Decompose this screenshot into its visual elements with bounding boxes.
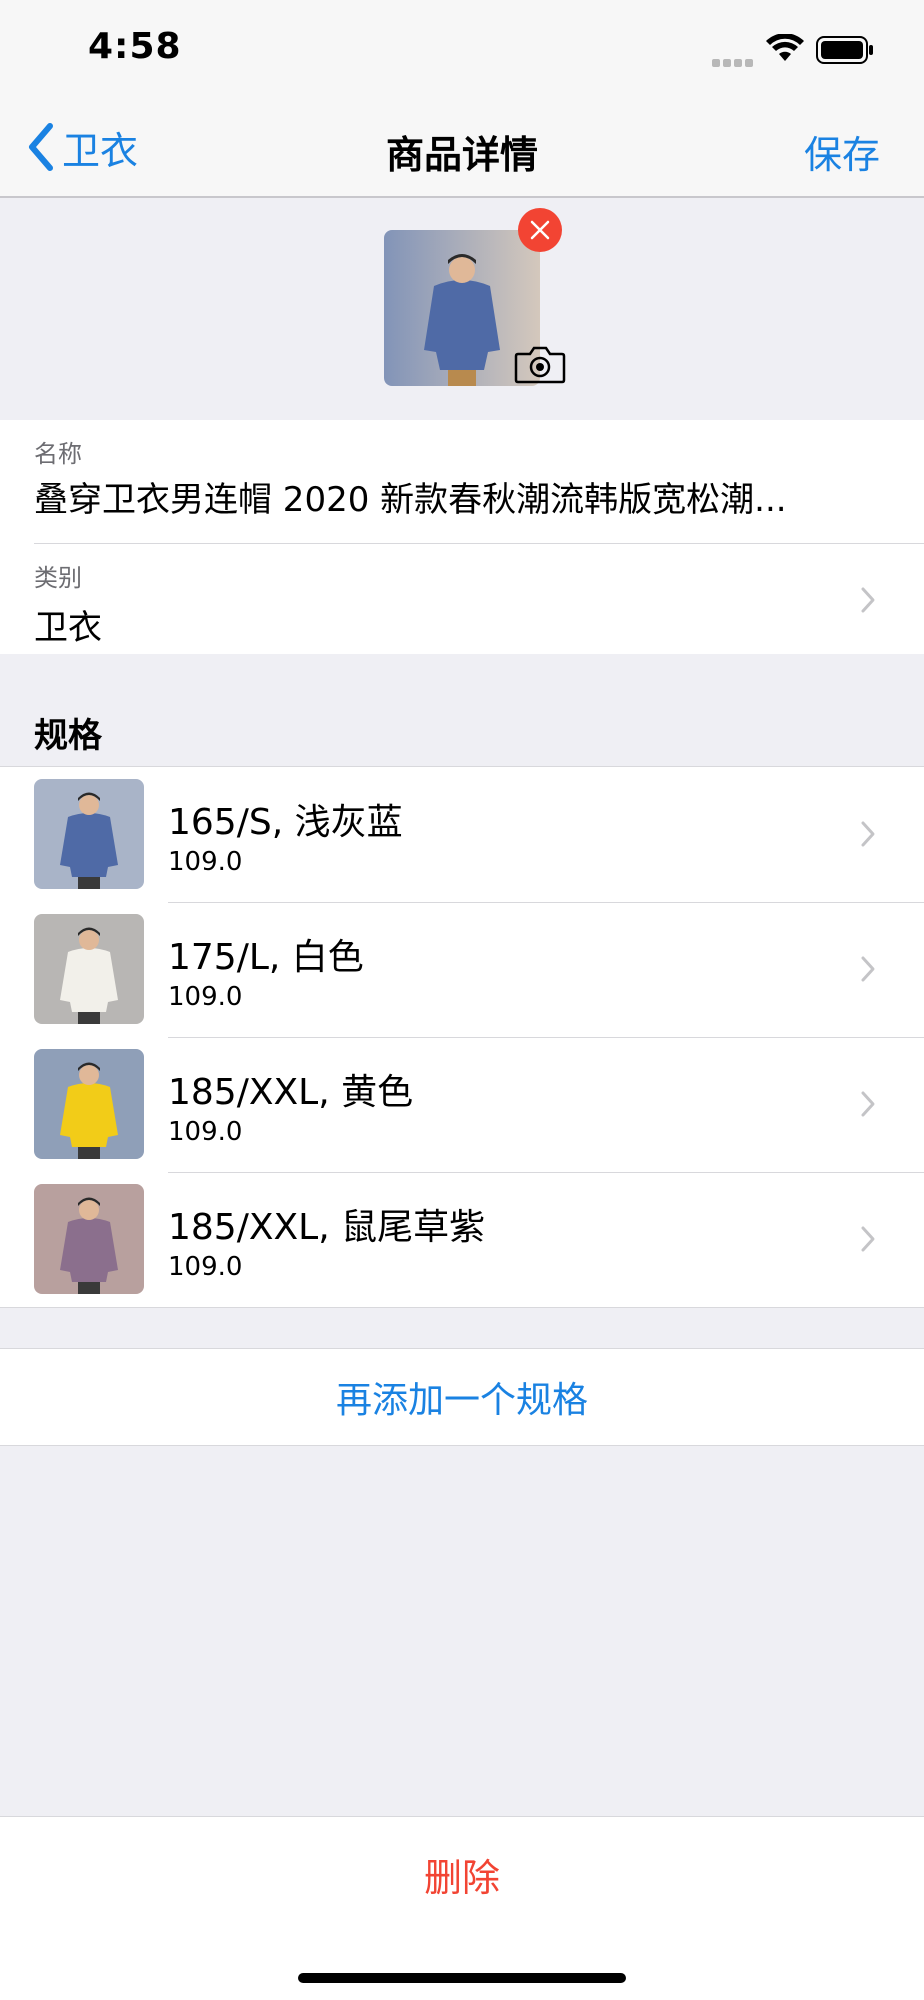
chevron-right-icon — [861, 956, 875, 982]
status-time: 4:58 — [88, 26, 182, 67]
spec-title: 185/XXL, 黄色 — [168, 1072, 414, 1113]
spec-row[interactable]: 185/XXL, 黄色 109.0 — [0, 1037, 924, 1172]
battery-icon — [816, 36, 873, 64]
spec-image — [34, 779, 144, 889]
spec-row[interactable]: 175/L, 白色 109.0 — [0, 902, 924, 1037]
home-indicator — [298, 1973, 626, 1983]
spec-title: 185/XXL, 鼠尾草紫 — [168, 1207, 486, 1248]
close-circle-icon[interactable] — [518, 208, 562, 252]
spec-image — [34, 914, 144, 1024]
spec-section-header: 规格 — [34, 716, 102, 756]
spec-row[interactable]: 185/XXL, 鼠尾草紫 109.0 — [0, 1172, 924, 1307]
page-title: 商品详情 — [385, 133, 538, 177]
spec-price: 109.0 — [168, 1117, 243, 1147]
chevron-right-icon — [861, 587, 875, 613]
spec-list: 165/S, 浅灰蓝 109.0 175/L, 白色 109.0 185/XXL, 黄色… — [0, 766, 924, 1308]
chevron-right-icon — [861, 821, 875, 847]
category-label: 类别 — [34, 564, 82, 592]
category-cell[interactable]: 类别 卫衣 — [0, 544, 924, 654]
save-button[interactable]: 保存 — [804, 124, 880, 179]
add-spec-button[interactable]: 再添加一个规格 — [0, 1348, 924, 1446]
name-value[interactable]: 叠穿卫衣男连帽 2020 新款春秋潮流韩版宽松潮... — [34, 472, 874, 521]
name-cell[interactable]: 名称 叠穿卫衣男连帽 2020 新款春秋潮流韩版宽松潮... — [34, 420, 924, 544]
camera-icon[interactable] — [514, 344, 566, 384]
status-bar: 4:58 — [0, 0, 924, 96]
signal-icon — [712, 52, 756, 67]
form-section: 名称 叠穿卫衣男连帽 2020 新款春秋潮流韩版宽松潮... 类别 卫衣 — [0, 420, 924, 654]
delete-area: 删除 — [0, 1816, 924, 2000]
image-header — [0, 198, 924, 420]
spec-price: 109.0 — [168, 1252, 243, 1282]
chevron-right-icon — [861, 1226, 875, 1252]
spec-row[interactable]: 165/S, 浅灰蓝 109.0 — [0, 767, 924, 902]
chevron-right-icon — [861, 1091, 875, 1117]
spec-title: 165/S, 浅灰蓝 — [168, 802, 403, 843]
delete-button[interactable]: 删除 — [0, 1847, 924, 1902]
wifi-icon — [766, 34, 804, 61]
spec-title: 175/L, 白色 — [168, 937, 364, 978]
spec-image — [34, 1049, 144, 1159]
spec-price: 109.0 — [168, 982, 243, 1012]
spec-image — [34, 1184, 144, 1294]
spec-price: 109.0 — [168, 847, 243, 877]
category-value: 卫衣 — [34, 608, 102, 648]
name-label: 名称 — [34, 440, 82, 468]
navigation-bar: 卫衣 商品详情 保存 — [0, 96, 924, 198]
